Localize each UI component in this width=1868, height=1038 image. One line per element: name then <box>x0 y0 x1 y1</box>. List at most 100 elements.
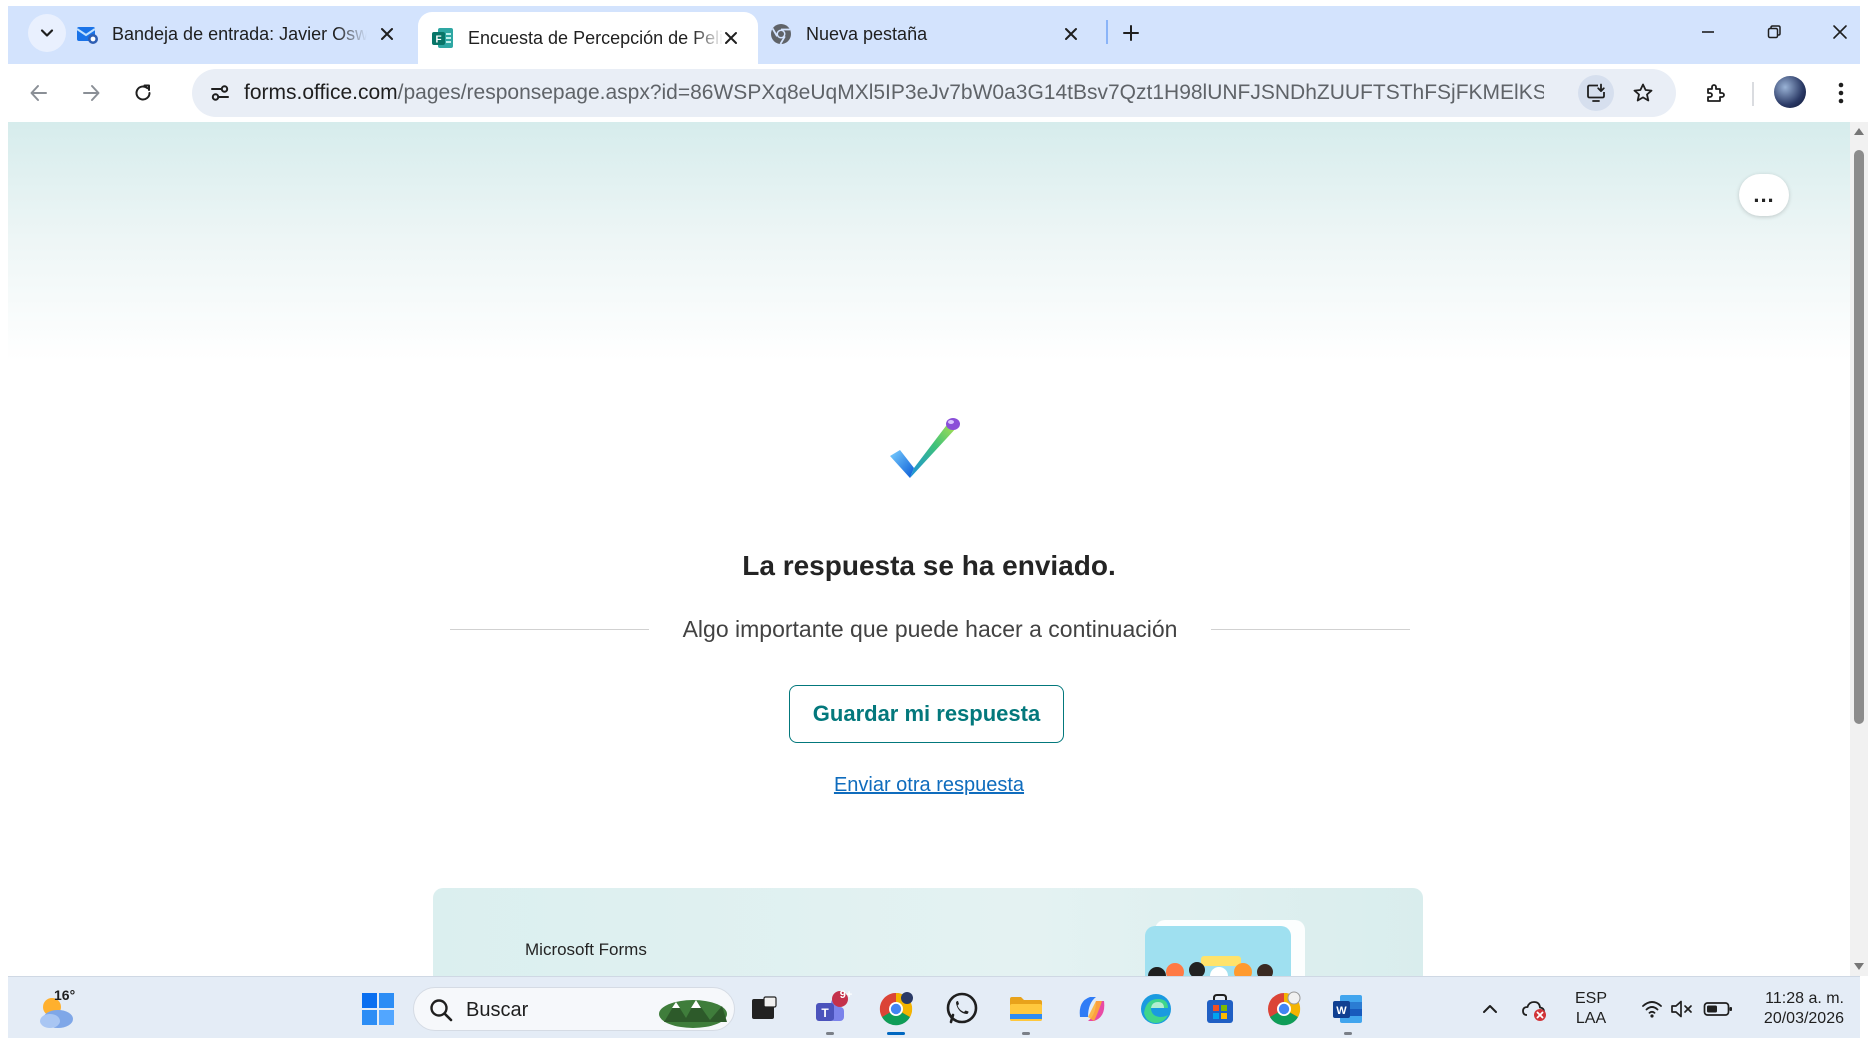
edge-app[interactable] <box>1134 987 1178 1031</box>
arrow-left-icon <box>30 85 47 101</box>
start-button[interactable] <box>356 987 400 1031</box>
weather-widget[interactable]: 16° <box>36 987 86 1031</box>
outlook-icon <box>74 21 100 47</box>
minimize-button[interactable] <box>1680 12 1736 52</box>
windows-taskbar: 16° Buscar T 9+ W ESP LAA 11:28 a. m. 20… <box>8 976 1860 1038</box>
reload-button[interactable] <box>124 74 162 112</box>
chevron-up-icon <box>1483 1005 1497 1013</box>
next-steps-divider: Algo importante que puede hacer a contin… <box>450 612 1411 646</box>
whatsapp-icon <box>946 992 978 1024</box>
copilot-app[interactable] <box>1070 987 1114 1031</box>
restore-button[interactable] <box>1746 12 1802 52</box>
reload-icon <box>135 84 151 101</box>
store-app[interactable] <box>1198 987 1242 1031</box>
tab-forms-active[interactable]: F Encuesta de Percepción de Peligros <box>418 12 758 64</box>
url-path: /pages/responsepage.aspx?id=86WSPXq8eUqM… <box>397 81 1544 104</box>
install-app-button[interactable] <box>1578 75 1614 111</box>
minimize-icon <box>1702 31 1714 33</box>
weather-temp: 16° <box>54 987 76 1003</box>
clock-date: 20/03/2026 <box>1763 1010 1844 1027</box>
plus-icon <box>1123 25 1139 41</box>
tab-search-button[interactable] <box>28 14 66 52</box>
word-app[interactable]: W <box>1326 987 1370 1035</box>
task-view-icon <box>752 996 777 1019</box>
page-viewport: ... La respuesta se ha enviado. Algo imp… <box>8 122 1850 976</box>
speaker-muted-icon <box>1671 1000 1692 1018</box>
forms-promo-card: Microsoft Forms <box>433 888 1423 976</box>
checkmark-icon <box>890 418 960 478</box>
tab-outlook[interactable]: Bandeja de entrada: Javier Oswaldo <box>74 8 414 60</box>
submit-another-link-text[interactable]: Enviar otra respuesta <box>834 774 1024 796</box>
close-icon <box>1833 25 1847 39</box>
divider-line <box>1211 628 1411 630</box>
svg-text:F: F <box>435 35 441 46</box>
edge-icon <box>1141 994 1171 1024</box>
chrome-profile-app[interactable] <box>1262 987 1306 1031</box>
store-icon <box>1207 994 1233 1023</box>
url-text[interactable]: forms.office.com/pages/responsepage.aspx… <box>244 69 1544 117</box>
tab-title: Nueva pestaña <box>806 23 928 44</box>
page-scrollbar[interactable] <box>1850 122 1868 976</box>
word-icon: W <box>1333 995 1362 1023</box>
close-tab-icon[interactable] <box>374 21 400 47</box>
browser-menu-button[interactable] <box>1822 74 1860 112</box>
bookmark-button[interactable] <box>1625 75 1661 111</box>
kebab-menu-icon <box>1838 82 1844 104</box>
site-info-icon[interactable] <box>202 75 238 111</box>
tab-new-tab[interactable]: Nueva pestaña <box>768 8 1098 60</box>
toolbar-divider <box>1752 82 1754 106</box>
puzzle-icon <box>1707 84 1725 102</box>
clock[interactable]: 11:28 a. m. 20/03/2026 <box>1734 989 1844 1029</box>
tab-title: Bandeja de entrada: Javier Oswaldo <box>112 23 367 44</box>
close-tab-icon[interactable] <box>718 25 744 51</box>
chrome-icon <box>768 21 794 47</box>
teams-badge: 9+ <box>839 989 853 1001</box>
address-bar[interactable]: forms.office.com/pages/responsepage.aspx… <box>192 69 1676 117</box>
running-indicator <box>826 1032 834 1035</box>
search-highlight-illustration <box>659 1000 727 1028</box>
task-view-button[interactable] <box>742 987 786 1031</box>
onedrive-status[interactable] <box>1512 987 1556 1031</box>
running-indicator <box>887 1032 905 1035</box>
url-host: forms.office.com <box>244 81 398 104</box>
divider-line <box>450 628 649 630</box>
forms-icon: F <box>430 25 456 51</box>
restore-icon <box>1767 25 1781 39</box>
close-window-button[interactable] <box>1812 12 1868 52</box>
copilot-icon <box>1079 997 1105 1021</box>
promo-brand: Microsoft Forms <box>525 940 647 959</box>
chevron-down-icon <box>40 29 54 37</box>
scroll-down-arrow[interactable] <box>1854 963 1864 970</box>
input-language[interactable]: ESP LAA <box>1568 989 1614 1029</box>
save-response-button[interactable]: Guardar mi respuesta <box>789 685 1064 743</box>
chrome-app[interactable] <box>874 987 918 1035</box>
taskbar-search[interactable]: Buscar <box>413 987 735 1031</box>
tab-title: Encuesta de Percepción de Peligros <box>468 27 723 48</box>
people-illustration <box>1145 920 1305 976</box>
folder-icon <box>1010 997 1042 1021</box>
back-button[interactable] <box>20 74 58 112</box>
browser-toolbar: forms.office.com/pages/responsepage.aspx… <box>8 64 1860 122</box>
scroll-up-arrow[interactable] <box>1854 128 1864 135</box>
extensions-button[interactable] <box>1696 74 1734 112</box>
confirmation-heading: La respuesta se ha enviado. <box>742 550 1116 581</box>
show-hidden-icons-button[interactable] <box>1468 987 1512 1031</box>
windows-logo-icon <box>362 993 394 1025</box>
more-options-button[interactable]: ... <box>1739 174 1789 216</box>
svg-text:W: W <box>1336 1005 1347 1017</box>
profile-avatar[interactable] <box>1774 76 1806 108</box>
new-tab-button[interactable] <box>1114 16 1148 50</box>
close-tab-icon[interactable] <box>1058 21 1084 47</box>
file-explorer-app[interactable] <box>1004 987 1048 1035</box>
tab-strip: Bandeja de entrada: Javier Oswaldo F Enc… <box>8 6 1860 64</box>
chrome-icon <box>879 992 913 1026</box>
teams-app[interactable]: T 9+ <box>808 987 852 1035</box>
running-indicator <box>1344 1032 1352 1035</box>
clock-time: 11:28 a. m. <box>1765 990 1844 1007</box>
forward-button[interactable] <box>72 74 110 112</box>
whatsapp-app[interactable] <box>940 987 984 1031</box>
running-indicator <box>1022 1032 1030 1035</box>
star-icon <box>1633 83 1653 102</box>
scrollbar-thumb[interactable] <box>1854 150 1864 724</box>
battery-icon <box>1703 1002 1732 1016</box>
